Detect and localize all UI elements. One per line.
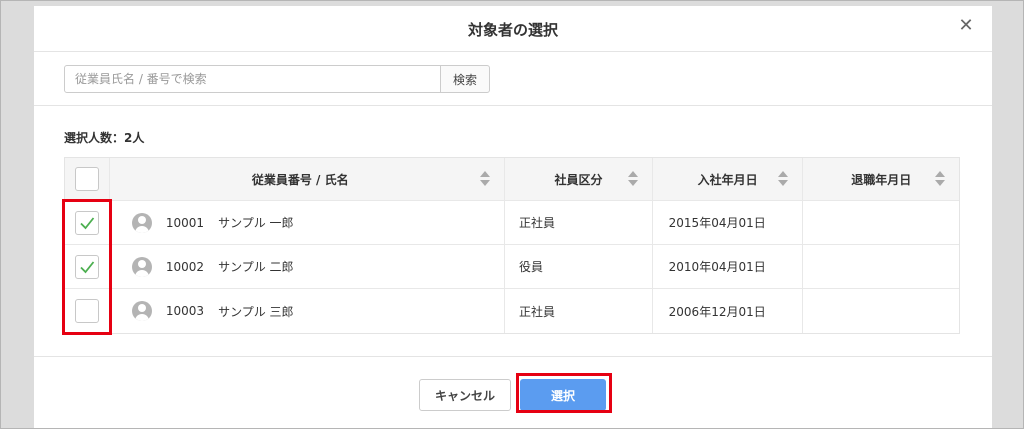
select-employees-dialog: 対象者の選択 ✕ 検索 選択人数：2人 従業員番号 / 氏名 社員区分 入社年月…	[34, 6, 992, 428]
employee-name: サンプル 三郎	[218, 304, 294, 319]
select-all-checkbox[interactable]	[74, 167, 99, 191]
highlight-checkboxes-annotation	[62, 199, 112, 335]
column-header-name[interactable]: 従業員番号 / 氏名	[110, 158, 506, 200]
table-header-row: 従業員番号 / 氏名 社員区分 入社年月日 退職年月日	[65, 158, 959, 201]
join-date-cell: 2010年04月01日	[653, 245, 804, 288]
table-row[interactable]: 10001 サンプル 一郎 正社員 2015年04月01日	[65, 201, 959, 245]
table-row[interactable]: 10003 サンプル 三郎 正社員 2006年12月01日	[65, 289, 959, 333]
employee-type-cell: 役員	[505, 245, 653, 288]
column-header-name-label: 従業員番号 / 氏名	[251, 172, 349, 187]
sort-icon[interactable]	[934, 171, 945, 187]
retire-date-cell	[803, 289, 959, 333]
dialog-header: 対象者の選択 ✕	[34, 6, 992, 52]
avatar-icon	[131, 301, 152, 321]
dialog-footer: キャンセル 選択	[34, 356, 992, 428]
sort-icon[interactable]	[778, 171, 789, 187]
column-header-retire-date[interactable]: 退職年月日	[803, 158, 959, 200]
column-header-join-date-label: 入社年月日	[697, 172, 758, 187]
column-header-retire-date-label: 退職年月日	[851, 172, 912, 187]
employee-type-cell: 正社員	[505, 201, 653, 244]
employee-id: 10003	[165, 304, 205, 318]
sort-icon[interactable]	[627, 171, 638, 187]
retire-date-cell	[803, 245, 959, 288]
employee-name: サンプル 一郎	[218, 216, 294, 230]
employee-name-cell: 10002 サンプル 二郎	[110, 245, 505, 288]
retire-date-cell	[803, 201, 959, 244]
column-header-type[interactable]: 社員区分	[505, 158, 653, 200]
highlight-select-button-annotation	[516, 373, 612, 413]
search-button[interactable]: 検索	[440, 65, 490, 93]
employee-name-cell: 10003 サンプル 三郎	[110, 289, 505, 333]
join-date-cell: 2015年04月01日	[653, 201, 804, 244]
employee-id: 10002	[165, 259, 205, 274]
selection-count: 選択人数：2人	[64, 131, 145, 145]
search-input[interactable]	[64, 65, 441, 93]
employee-id: 10001	[165, 215, 205, 230]
column-header-type-label: 社員区分	[554, 172, 603, 187]
table-row[interactable]: 10002 サンプル 二郎 役員 2010年04月01日	[65, 245, 959, 289]
column-header-join-date[interactable]: 入社年月日	[653, 158, 804, 200]
cancel-button[interactable]: キャンセル	[419, 379, 511, 411]
employee-table: 従業員番号 / 氏名 社員区分 入社年月日 退職年月日 10001 サンプル 一…	[64, 157, 960, 334]
avatar-icon	[131, 212, 152, 233]
avatar-icon	[131, 256, 152, 277]
close-icon[interactable]: ✕	[956, 16, 976, 36]
search-bar: 検索	[34, 53, 992, 106]
employee-name: サンプル 二郎	[218, 260, 294, 274]
header-checkbox-cell	[65, 158, 110, 200]
dialog-title: 対象者の選択	[467, 21, 558, 39]
sort-icon[interactable]	[480, 171, 491, 187]
employee-name-cell: 10001 サンプル 一郎	[110, 201, 505, 244]
employee-type-cell: 正社員	[505, 289, 653, 333]
join-date-cell: 2006年12月01日	[653, 289, 804, 333]
